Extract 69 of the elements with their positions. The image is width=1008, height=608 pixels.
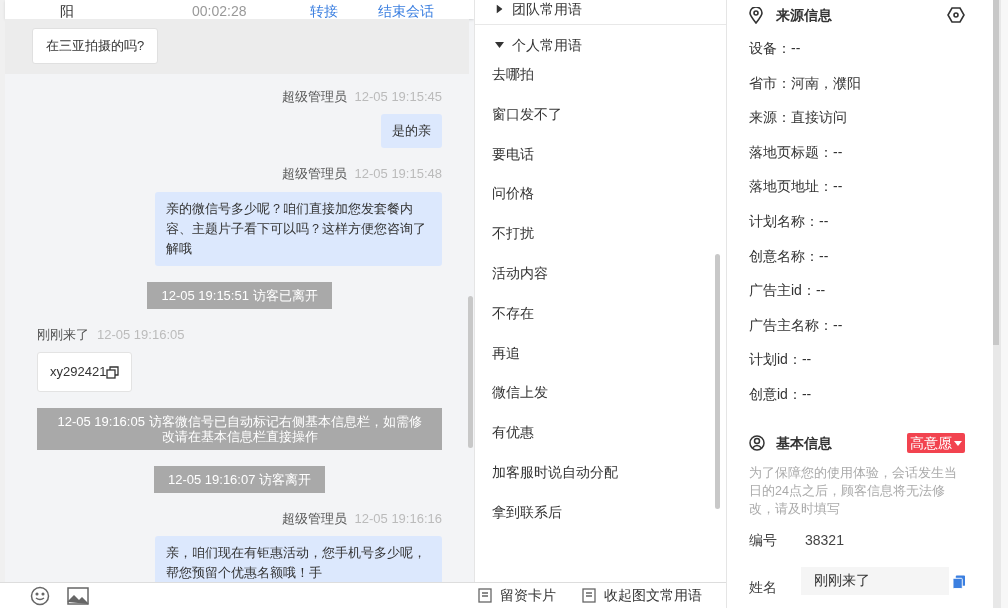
intent-dropdown[interactable]: 高意愿	[907, 433, 965, 454]
scrollbar[interactable]	[468, 296, 473, 448]
phrase-item[interactable]: 拿到联系后	[475, 492, 726, 533]
phrase-item[interactable]: 去哪拍	[475, 55, 726, 95]
location-pin-icon	[749, 6, 763, 24]
section-title: 来源信息	[776, 5, 832, 25]
quoted-message: 在三亚拍摄的吗?	[32, 28, 159, 64]
settings-icon[interactable]	[947, 7, 965, 23]
info-field: 落地页标题：--	[749, 141, 843, 177]
message-bubble: 亲，咱们现在有钜惠活动，您手机号多少呢，帮您预留个优惠名额哦！手	[155, 536, 442, 582]
sender-name: 刚刚来了	[37, 325, 89, 344]
message-bubble: 亲的微信号多少呢？咱们直接加您发套餐内容、主题片子看下可以吗？这样方便您咨询了解哦	[155, 191, 442, 266]
sender-name: 超级管理员	[281, 509, 347, 528]
system-notice: 12-05 19:15:51 访客已离开	[147, 281, 332, 309]
sender-name: 超级管理员	[281, 165, 347, 184]
phrase-item[interactable]: 窗口发不了	[475, 94, 726, 135]
message-time: 12-05 19:16:16	[354, 509, 442, 528]
caret-icon	[954, 440, 962, 446]
info-field: 创意id：--	[749, 383, 812, 419]
message-time: 12-05 19:15:45	[354, 87, 442, 106]
image-icon[interactable]	[67, 586, 89, 605]
notice-text: 为了保障您的使用体验，会话发生当日的24点之后，顾客信息将无法修改，请及时填写	[749, 464, 958, 518]
system-notice: 12-05 19:16:05 访客微信号已自动标记右侧基本信息栏，如需修改请在基本信息栏直接操作	[37, 407, 442, 450]
message-time: 12-05 19:15:48	[354, 165, 442, 184]
info-field: 来源：直接访问	[749, 107, 847, 142]
phrase-item[interactable]: 有优惠	[475, 413, 726, 453]
phrase-item[interactable]: 再追	[475, 333, 726, 374]
phrase-item[interactable]: 问价格	[475, 174, 726, 215]
phrase-item[interactable]: 不存在	[475, 293, 726, 334]
phrase-group-header[interactable]: 个人常用语	[475, 35, 582, 55]
info-field: 省市：河南，濮阳	[749, 72, 861, 108]
visitor-name: 阳	[60, 2, 74, 19]
phrase-item[interactable]: 不打扰	[475, 214, 726, 254]
info-field: 计划id：--	[749, 349, 812, 384]
message-text: xy292421	[50, 363, 107, 382]
info-field: 广告主id：--	[749, 280, 826, 315]
phrase-item[interactable]: 活动内容	[475, 254, 726, 294]
phrase-item[interactable]: 加客服时说自动分配	[475, 452, 726, 493]
section-title: 基本信息	[776, 433, 832, 453]
scrollbar[interactable]	[993, 0, 1001, 608]
field-value: 38321	[805, 530, 844, 550]
caret-icon	[496, 4, 503, 14]
scrollbar[interactable]	[715, 254, 720, 509]
copy-icon[interactable]	[106, 365, 120, 379]
field-label: 姓名	[749, 577, 778, 597]
phrase-item[interactable]: 要电话	[475, 134, 726, 175]
user-icon	[749, 435, 765, 452]
document-icon	[478, 588, 492, 603]
toolbar-button[interactable]: 留资卡片	[478, 585, 556, 606]
field-label: 编号	[749, 530, 778, 550]
phrase-item[interactable]: 微信上发	[475, 373, 726, 414]
document-icon	[582, 588, 596, 603]
toolbar-button[interactable]: 收起图文常用语	[582, 585, 702, 606]
caret-icon	[495, 42, 504, 48]
message-bubble: 是的亲	[381, 114, 442, 149]
sender-name: 超级管理员	[281, 87, 347, 106]
info-field: 广告主名称：--	[749, 314, 843, 350]
emoji-icon[interactable]	[30, 585, 50, 606]
info-field: 落地页地址：--	[749, 176, 843, 211]
header-link[interactable]: 结束会话	[377, 2, 434, 19]
info-field: 计划名称：--	[749, 210, 829, 246]
name-input-field[interactable]: 刚刚来了	[800, 566, 949, 595]
info-field: 创意名称：--	[749, 245, 829, 281]
info-field: 设备：--	[749, 38, 801, 73]
call-duration: 00:02:28	[192, 2, 247, 19]
message-time: 12-05 19:16:05	[97, 325, 185, 344]
header-link[interactable]: 转接	[309, 2, 338, 19]
system-notice: 12-05 19:16:07 访客离开	[153, 465, 326, 493]
phrase-group-header[interactable]: 团队常用语	[475, 0, 582, 18]
